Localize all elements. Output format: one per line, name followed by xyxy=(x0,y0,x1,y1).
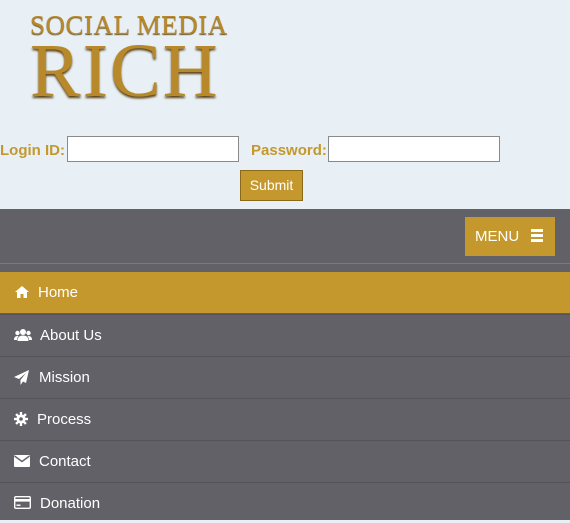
gear-icon xyxy=(14,412,32,428)
envelope-icon xyxy=(14,454,32,470)
nav-item-label: Contact xyxy=(39,453,91,470)
login-id-input[interactable] xyxy=(67,136,239,162)
site-logo[interactable]: SOCIAL MEDIA RICH xyxy=(30,10,230,110)
password-label: Password: xyxy=(251,142,327,159)
credit-card-icon xyxy=(13,495,32,512)
nav-item-mission[interactable]: Mission xyxy=(0,356,570,397)
menu-label: MENU xyxy=(475,228,520,245)
nav-item-label: Mission xyxy=(39,369,90,386)
nav-item-label: About Us xyxy=(40,327,102,344)
submit-button[interactable]: Submit xyxy=(240,170,303,201)
nav-item-about-us[interactable]: About Us xyxy=(0,314,570,355)
hamburger-icon xyxy=(531,229,543,242)
nav-item-contact[interactable]: Contact xyxy=(0,440,570,481)
login-id-label: Login ID: xyxy=(0,142,65,159)
nav-item-home[interactable]: Home xyxy=(0,272,570,313)
page-header: SOCIAL MEDIA RICH Login ID: Password: Su… xyxy=(0,0,570,209)
nav-item-process[interactable]: Process xyxy=(0,398,570,439)
nav-divider xyxy=(0,263,570,264)
logo-line-2: RICH xyxy=(30,29,220,113)
nav-item-label: Home xyxy=(38,284,79,301)
nav-item-label: Donation xyxy=(40,495,101,512)
menu-button[interactable]: MENU xyxy=(465,217,555,256)
users-icon xyxy=(14,328,32,344)
password-input[interactable] xyxy=(328,136,500,162)
paper-plane-icon xyxy=(14,370,32,386)
nav-item-donation[interactable]: Donation xyxy=(0,482,570,523)
home-icon xyxy=(14,285,32,301)
nav-item-label: Process xyxy=(37,411,92,428)
